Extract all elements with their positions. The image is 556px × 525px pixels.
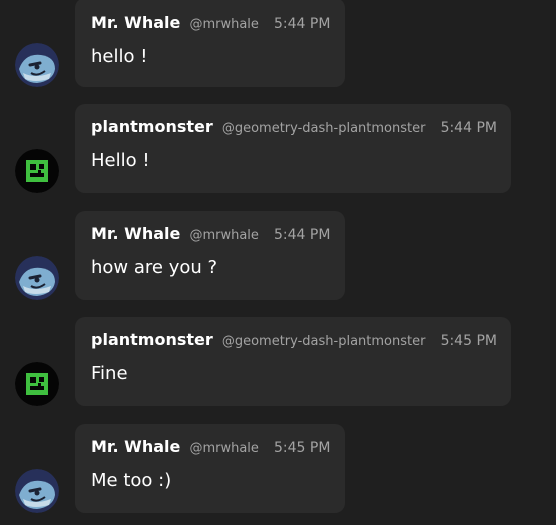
author-handle: @mrwhale	[189, 228, 259, 243]
author-handle: @mrwhale	[189, 441, 259, 456]
message-header: Mr. Whale @mrwhale 5:45 PM	[91, 437, 330, 456]
message-time: 5:44 PM	[274, 227, 331, 243]
whale-avatar[interactable]	[15, 256, 59, 300]
message-bubble: Mr. Whale @mrwhale 5:44 PM how are you ?	[75, 211, 345, 300]
whale-avatar[interactable]	[15, 469, 59, 513]
author-name[interactable]: Mr. Whale	[91, 13, 180, 32]
chat-message: Mr. Whale @mrwhale 5:45 PM Me too :)	[0, 424, 556, 513]
message-time: 5:45 PM	[440, 333, 497, 349]
message-time: 5:44 PM	[274, 16, 331, 32]
message-time: 5:44 PM	[440, 120, 497, 136]
author-name[interactable]: plantmonster	[91, 330, 213, 349]
message-bubble: Mr. Whale @mrwhale 5:45 PM Me too :)	[75, 424, 345, 513]
message-header: plantmonster @geometry-dash-plantmonster…	[91, 117, 497, 136]
chat-message: Mr. Whale @mrwhale 5:44 PM hello !	[0, 0, 556, 88]
message-text: Fine	[91, 363, 128, 384]
message-text: hello !	[91, 46, 148, 67]
chat-feed: Mr. Whale @mrwhale 5:44 PM hello ! plant…	[0, 0, 556, 525]
message-text: Me too :)	[91, 470, 172, 491]
author-name[interactable]: plantmonster	[91, 117, 213, 136]
author-handle: @geometry-dash-plantmonster	[221, 121, 426, 136]
message-header: Mr. Whale @mrwhale 5:44 PM	[91, 13, 330, 32]
author-handle: @mrwhale	[189, 17, 259, 32]
message-time: 5:45 PM	[274, 440, 331, 456]
plantmonster-avatar[interactable]	[15, 149, 59, 193]
message-bubble: plantmonster @geometry-dash-plantmonster…	[75, 317, 511, 406]
chat-message: plantmonster @geometry-dash-plantmonster…	[0, 317, 556, 406]
message-bubble: plantmonster @geometry-dash-plantmonster…	[75, 104, 511, 193]
message-text: how are you ?	[91, 257, 218, 278]
chat-message: Mr. Whale @mrwhale 5:44 PM how are you ?	[0, 211, 556, 300]
author-name[interactable]: Mr. Whale	[91, 437, 180, 456]
author-name[interactable]: Mr. Whale	[91, 224, 180, 243]
chat-message: plantmonster @geometry-dash-plantmonster…	[0, 104, 556, 193]
message-header: plantmonster @geometry-dash-plantmonster…	[91, 330, 497, 349]
message-header: Mr. Whale @mrwhale 5:44 PM	[91, 224, 330, 243]
author-handle: @geometry-dash-plantmonster	[221, 334, 426, 349]
plantmonster-avatar[interactable]	[15, 362, 59, 406]
whale-avatar[interactable]	[15, 43, 59, 87]
message-text: Hello !	[91, 150, 150, 171]
message-bubble: Mr. Whale @mrwhale 5:44 PM hello !	[75, 0, 345, 87]
